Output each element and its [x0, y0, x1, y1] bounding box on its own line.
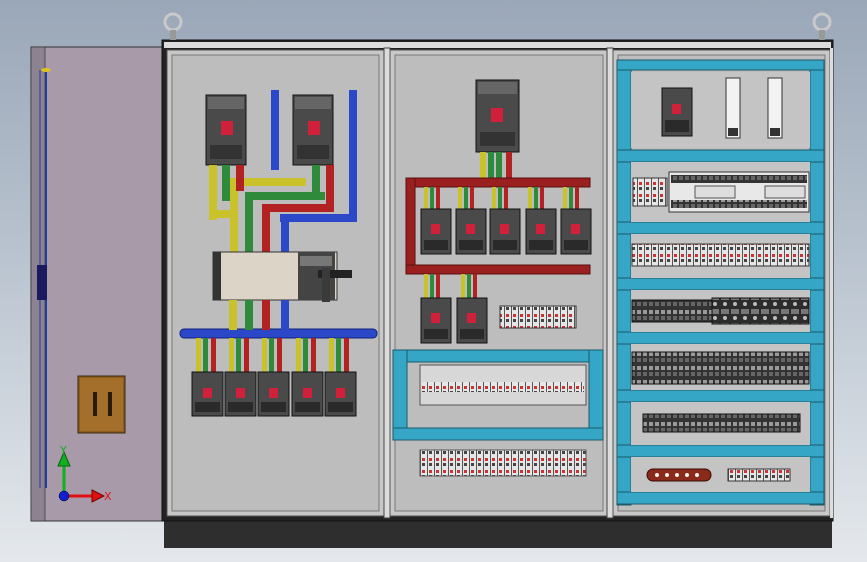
feeder-breaker[interactable]: [191, 371, 224, 417]
branch-breaker[interactable]: [525, 208, 557, 255]
branch-breaker[interactable]: [420, 208, 452, 255]
feeder-breaker[interactable]: [324, 371, 357, 417]
cabinet-door[interactable]: [30, 46, 168, 522]
cad-viewport[interactable]: Y X: [0, 0, 867, 562]
main-breaker-3[interactable]: [475, 79, 520, 153]
frame-post: [383, 47, 391, 519]
main-breaker-1[interactable]: [205, 94, 247, 166]
branch-breaker-row-1[interactable]: [420, 208, 592, 255]
cable-trunking-h: [616, 149, 825, 163]
relay-row[interactable]: [631, 297, 810, 325]
frame-post: [606, 47, 614, 519]
section-3[interactable]: [612, 49, 831, 517]
cable-trunking-h: [616, 331, 825, 345]
main-breaker-2[interactable]: [292, 94, 334, 166]
din-module[interactable]: [767, 77, 783, 139]
mcb-strip[interactable]: [499, 305, 577, 329]
transfer-switch[interactable]: [212, 251, 352, 302]
terminal-strip-small[interactable]: [727, 468, 791, 482]
section-1[interactable]: [166, 49, 385, 517]
cable-trunking-h: [616, 491, 825, 505]
feeder-breaker[interactable]: [291, 371, 324, 417]
terminal-strip[interactable]: [642, 413, 801, 433]
cabinet-plinth: [164, 517, 832, 548]
lifting-eye-left: [163, 12, 183, 40]
branch-breaker[interactable]: [455, 208, 487, 255]
cable-trunking-h: [616, 221, 825, 235]
cable-trunking-h: [616, 389, 825, 403]
plc-rack[interactable]: [632, 171, 810, 213]
branch-breaker[interactable]: [560, 208, 592, 255]
branch-breaker[interactable]: [420, 297, 452, 344]
cable-trunking-h: [616, 444, 825, 458]
lifting-eye-right: [812, 12, 832, 40]
feeder-breaker[interactable]: [257, 371, 290, 417]
axis-y-label: Y: [59, 444, 67, 457]
din-module[interactable]: [725, 77, 741, 139]
feeder-breaker[interactable]: [224, 371, 257, 417]
branch-breaker[interactable]: [489, 208, 521, 255]
axis-x-label: X: [104, 490, 112, 503]
terminal-block-row[interactable]: [419, 449, 587, 477]
control-breaker[interactable]: [661, 87, 693, 137]
cable-trunking-h: [616, 277, 825, 291]
cable-trunking-h: [616, 59, 825, 71]
section-2[interactable]: [389, 49, 609, 517]
branch-breaker[interactable]: [456, 297, 488, 344]
terminal-strip[interactable]: [631, 243, 810, 267]
ground-bar[interactable]: [646, 468, 712, 482]
feeder-breaker-row[interactable]: [191, 371, 357, 417]
terminal-strip-dark[interactable]: [631, 351, 810, 385]
door-handle-box[interactable]: [77, 375, 126, 434]
